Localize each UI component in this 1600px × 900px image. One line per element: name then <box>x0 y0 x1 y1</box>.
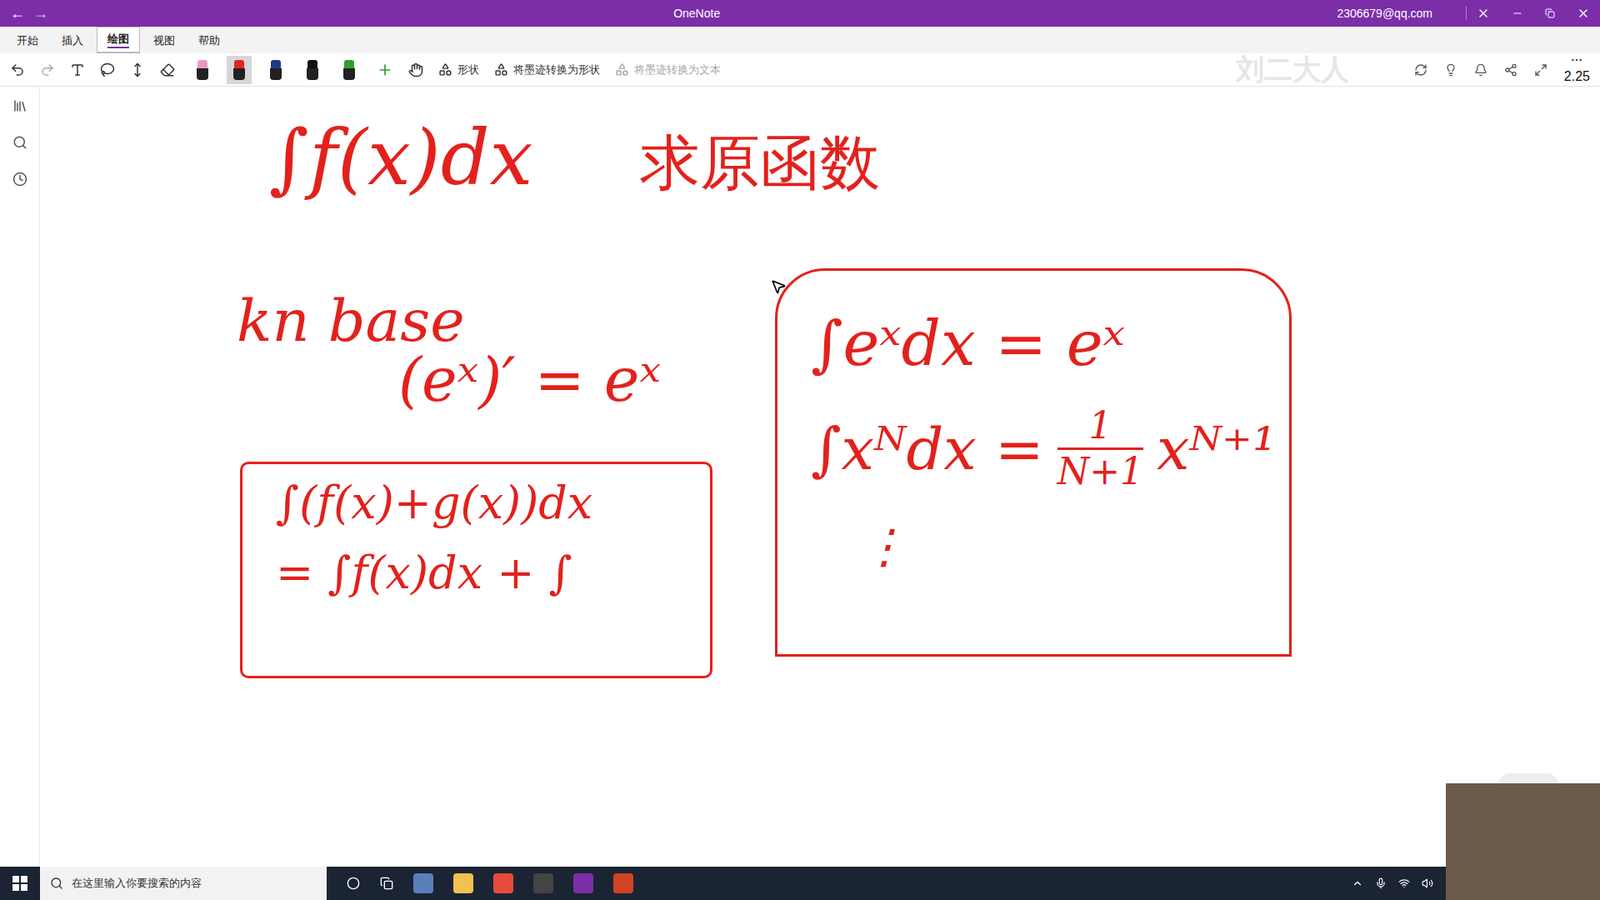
ink-canvas[interactable]: ∫f(x)dx 求原函数 kn base(eˣ)′ = eˣ ∫(f(x)+g(x))… <box>40 86 1600 867</box>
redo-icon[interactable] <box>40 62 55 78</box>
lasso-icon[interactable] <box>100 62 115 78</box>
ink-line: = ∫f(x)dx + ∫ <box>275 550 677 596</box>
add-pen-icon[interactable] <box>376 61 394 79</box>
search-icon <box>50 876 64 890</box>
taskbar: 在这里输入你要搜索的内容 <box>0 866 1600 900</box>
ink-numerator: 1 <box>1088 407 1112 448</box>
toolbar-tool[interactable]: 将墨迹转换为文本 <box>615 61 721 79</box>
menu-tab[interactable]: 开始 <box>6 29 49 55</box>
cursor-icon <box>770 278 787 295</box>
recent-icon[interactable] <box>12 171 28 187</box>
ink-left-box: ∫(f(x)+g(x))dx = ∫f(x)dx + ∫ <box>240 461 713 679</box>
toolbar: 形状将墨迹转换为形状将墨迹转换为文本刘二大人2.25 <box>0 53 1600 87</box>
pen-button[interactable] <box>190 55 215 85</box>
app-icon[interactable] <box>533 873 554 894</box>
onenote-window: ←→OneNote2306679@qq.com开始插入绘图视图帮助形状将墨迹转换… <box>0 0 1600 900</box>
shape-icon <box>615 62 630 77</box>
start-button[interactable] <box>0 875 40 891</box>
ink-right-box: ∫eˣdx = eˣ ∫xᴺdx = 1N+1 xᴺ⁺¹ ⋮ <box>775 268 1292 657</box>
ink-more: ⋮ <box>810 523 1256 570</box>
app-icon[interactable] <box>493 873 514 894</box>
back-button[interactable]: ← <box>10 2 34 25</box>
close-window-icon[interactable] <box>1576 6 1590 20</box>
ink-heading: kn base <box>236 291 465 350</box>
fullscreen-icon[interactable] <box>1534 63 1548 77</box>
volume-icon[interactable] <box>1421 877 1434 890</box>
tray-expand-icon[interactable] <box>1351 877 1364 890</box>
ink-line: ∫(f(x)+g(x))dx <box>275 480 677 526</box>
more-icon[interactable] <box>1570 53 1584 67</box>
ink-denominator: N+1 <box>1057 447 1144 490</box>
menu-tab[interactable]: 绘图 <box>96 26 140 55</box>
taskbar-search[interactable]: 在这里输入你要搜索的内容 <box>40 866 327 900</box>
pen-button[interactable] <box>226 55 252 85</box>
windows-icon <box>12 875 28 891</box>
title-bar: ←→ OneNote 2306679@qq.com <box>0 0 1600 27</box>
app-icon[interactable] <box>453 873 474 894</box>
watermark: 刘二大人 <box>1235 48 1350 91</box>
undo-icon[interactable] <box>10 62 25 78</box>
minimize-icon[interactable] <box>1511 7 1524 20</box>
account-label[interactable]: 2306679@qq.com <box>1336 5 1433 23</box>
ink-note: 求原函数 <box>640 132 880 193</box>
share-icon[interactable] <box>1504 63 1518 77</box>
menu-tab[interactable]: 帮助 <box>188 29 230 55</box>
task-view-icon[interactable] <box>380 876 394 890</box>
pen-button[interactable] <box>300 55 325 85</box>
eraser-icon[interactable] <box>160 62 175 78</box>
ink-derivative: (eˣ)′ = eˣ <box>398 350 661 410</box>
menu-tab[interactable]: 插入 <box>51 29 94 55</box>
insert-space-icon[interactable] <box>130 62 145 78</box>
tips-icon[interactable] <box>1444 63 1458 77</box>
webcam-video <box>1445 783 1600 900</box>
app-icon[interactable] <box>413 873 434 894</box>
notification-icon[interactable] <box>1474 63 1488 77</box>
touch-draw-icon[interactable] <box>408 62 424 78</box>
menu-tab[interactable]: 视图 <box>143 29 185 55</box>
pen-button[interactable] <box>263 55 289 85</box>
sync-icon[interactable] <box>1414 63 1428 77</box>
pen-button[interactable] <box>336 55 362 85</box>
cortana-icon[interactable] <box>346 876 360 890</box>
window-title: OneNote <box>673 5 720 23</box>
notebooks-icon[interactable] <box>12 98 28 114</box>
shape-icon <box>438 62 453 77</box>
ink-line: ∫eˣdx = eˣ <box>810 312 1256 375</box>
forward-button[interactable]: → <box>33 2 57 25</box>
menu-bar: 开始插入绘图视图帮助 <box>0 26 1600 54</box>
type-select-icon[interactable] <box>70 62 85 78</box>
shape-icon <box>494 62 509 77</box>
ink-line: ∫xᴺdx = <box>810 420 1045 479</box>
close-icon[interactable] <box>1476 6 1490 20</box>
app-icon[interactable] <box>613 873 634 894</box>
network-icon[interactable] <box>1398 877 1410 890</box>
sidebar <box>0 86 40 867</box>
mic-icon[interactable] <box>1375 877 1387 890</box>
restore-icon[interactable] <box>1545 8 1555 19</box>
app-icon[interactable] <box>573 873 594 894</box>
ink-title: ∫f(x)dx <box>269 120 533 197</box>
toolbar-tool[interactable]: 形状 <box>438 61 480 79</box>
search-icon[interactable] <box>12 135 28 150</box>
zoom-label: 2.25 <box>1564 66 1590 87</box>
toolbar-tool[interactable]: 将墨迹转换为形状 <box>494 61 600 79</box>
ink-power: xᴺ⁺¹ <box>1156 420 1276 479</box>
